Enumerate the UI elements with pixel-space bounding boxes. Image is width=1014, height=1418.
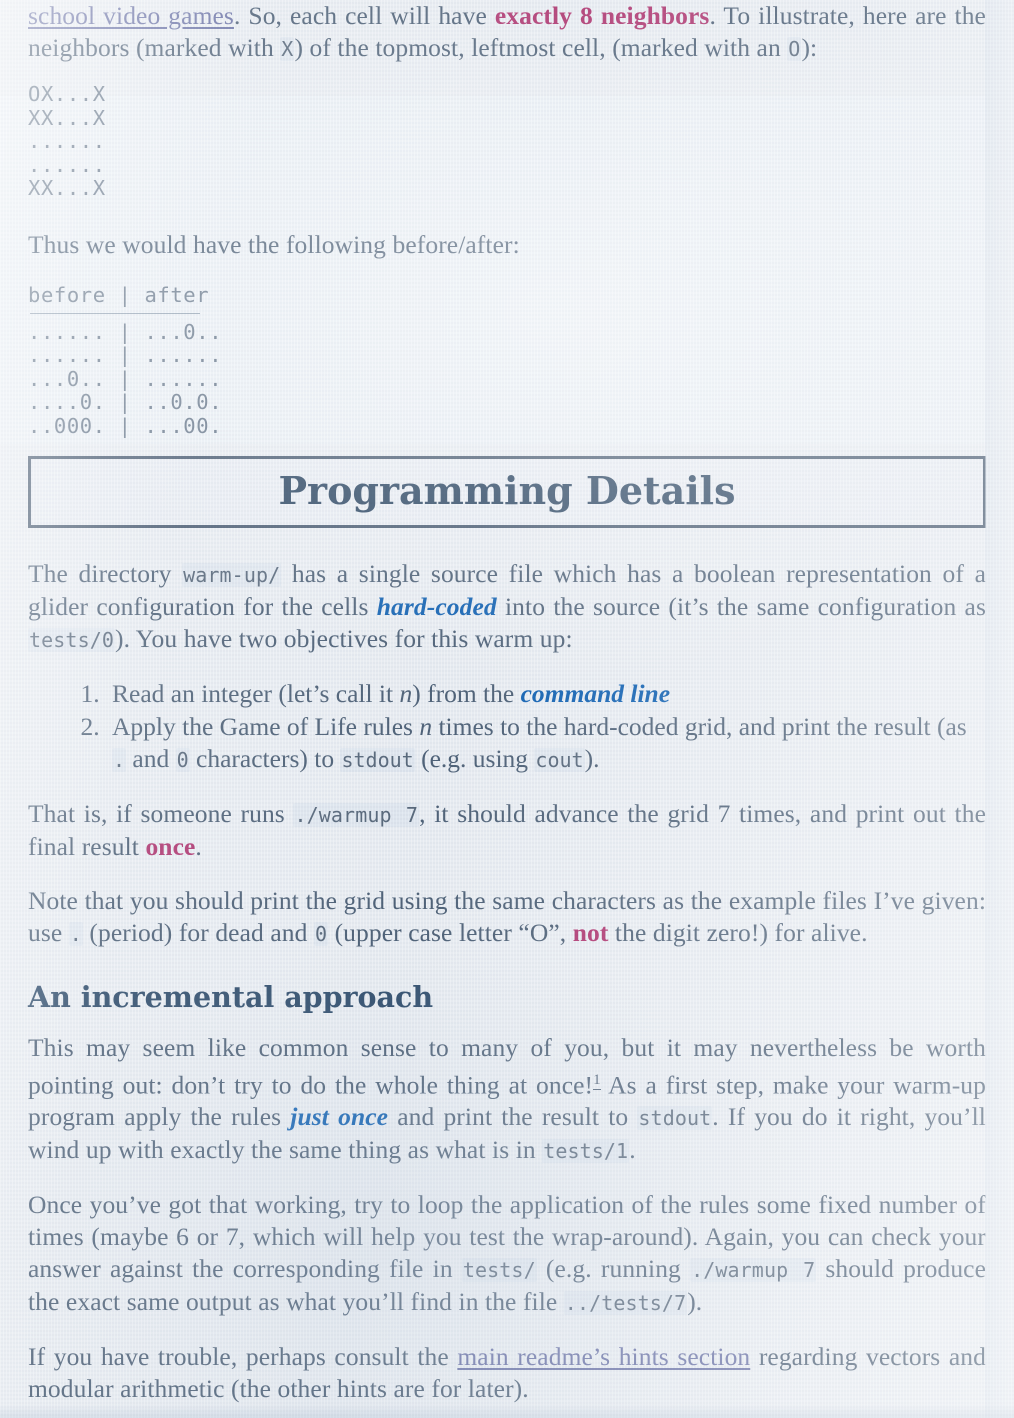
neighbor-grid-ascii: OX...X XX...X ...... ...... XX...X [28,82,106,200]
intro-paragraph: school video games. So, each cell will h… [28,0,986,65]
code-o-char: 0 [175,747,190,772]
loop-text-2: (e.g. running [536,1254,691,1284]
code-warm-up-dir: warm-up/ [182,562,282,587]
command-line-emphasis: command line [520,678,671,708]
trouble-paragraph: If you have trouble, perhaps consult the… [28,1341,986,1405]
school-video-games-link[interactable]: school video games [28,1,234,30]
obj1-text-1: Read an integer (let’s call it [112,678,400,708]
code-tests-0: tests/0 [28,627,115,652]
subsection-heading-incremental-approach: An incremental approach [28,979,434,1014]
objective-item-2: Apply the Game of Life rules n times to … [106,711,986,776]
code-tests-7-path: ../tests/7 [563,1291,688,1316]
bottom-cutoff-edge [0,1404,1014,1418]
loop-paragraph: Once you’ve got that working, try to loo… [28,1189,986,1319]
obj2-text-2: times to the hard-coded grid, and print … [432,711,967,741]
not-emphasis: not [572,917,609,947]
that-is-paragraph: That is, if someone runs ./warmup 7, it … [28,798,986,863]
code-tests-dir: tests/ [461,1258,537,1283]
code-stdout: stdout [340,747,415,772]
just-once-emphasis: just once [290,1102,389,1132]
code-stdout-2: stdout [637,1106,713,1131]
section-heading-programming-details: Programming Details [28,456,986,528]
table-divider [30,312,200,314]
note-text-3: (upper case letter “O”, [328,917,573,947]
code-x: X [280,37,295,61]
intro-text-4: ): [801,33,818,62]
objective-item-1: Read an integer (let’s call it n) from t… [106,678,986,710]
thatis-text-3: . [195,831,202,861]
thatis-text-1: That is, if someone runs [28,798,294,828]
obj2-variable-n: n [419,711,433,741]
loop-text-4: ). [687,1287,703,1317]
incremental-paragraph: This may seem like common sense to many … [28,1032,986,1168]
inc-text-5: . [629,1135,636,1165]
obj2-text-5: (e.g. using [414,743,535,773]
objectives-list: Read an integer (let’s call it n) from t… [28,678,986,776]
document-page: school video games. So, each cell will h… [0,0,1014,1418]
main-readme-hints-link[interactable]: main readme’s hints section [457,1342,750,1371]
directory-paragraph: The directory warm-up/ has a single sour… [28,558,986,656]
inc-text-3: and print the result to [388,1102,638,1132]
hard-coded-emphasis: hard-coded [376,591,497,621]
footnote-marker-1[interactable]: 1 [593,1071,601,1090]
exactly-8-neighbors-emphasis: exactly 8 neighbors [494,1,710,30]
code-warmup-7: ./warmup 7 [293,802,420,827]
dir-text-1: The directory [28,558,183,588]
code-o: O [787,37,802,61]
before-after-header: before | after [28,282,210,307]
code-warmup-7-b: ./warmup 7 [690,1258,817,1283]
obj2-text-3: and [126,743,176,773]
intro-text-3: ) of the topmost, leftmost cell, (marked… [294,33,788,62]
code-cout: cout [534,747,585,772]
code-letter-o: 0 [313,921,329,946]
note-text-4: the digit zero!) for alive. [608,917,868,947]
obj2-text-4: characters) to [189,743,341,773]
code-period-char: . [68,921,83,946]
note-text-2: (period) for dead and [82,917,314,947]
dir-text-3: into the source (it’s the same configura… [496,591,986,621]
before-after-grid-ascii: ...... | ...0.. ...... | ...... ...0.. |… [28,319,223,438]
obj2-text-6: ). [584,743,600,773]
dir-text-4: ). You have two objectives for this warm… [115,623,573,653]
obj1-variable-n: n [399,678,413,708]
intro-text-1: . So, each cell will have [233,1,495,30]
before-after-intro: Thus we would have the following before/… [28,229,520,259]
once-emphasis: once [145,831,196,861]
code-tests-1: tests/1 [542,1139,630,1164]
obj1-text-2: ) from the [412,678,521,708]
note-paragraph: Note that you should print the grid usin… [28,885,986,950]
obj2-text-1: Apply the Game of Life rules [112,711,420,741]
code-dot-char: . [112,747,127,772]
trouble-text-1: If you have trouble, perhaps consult the [28,1342,458,1372]
